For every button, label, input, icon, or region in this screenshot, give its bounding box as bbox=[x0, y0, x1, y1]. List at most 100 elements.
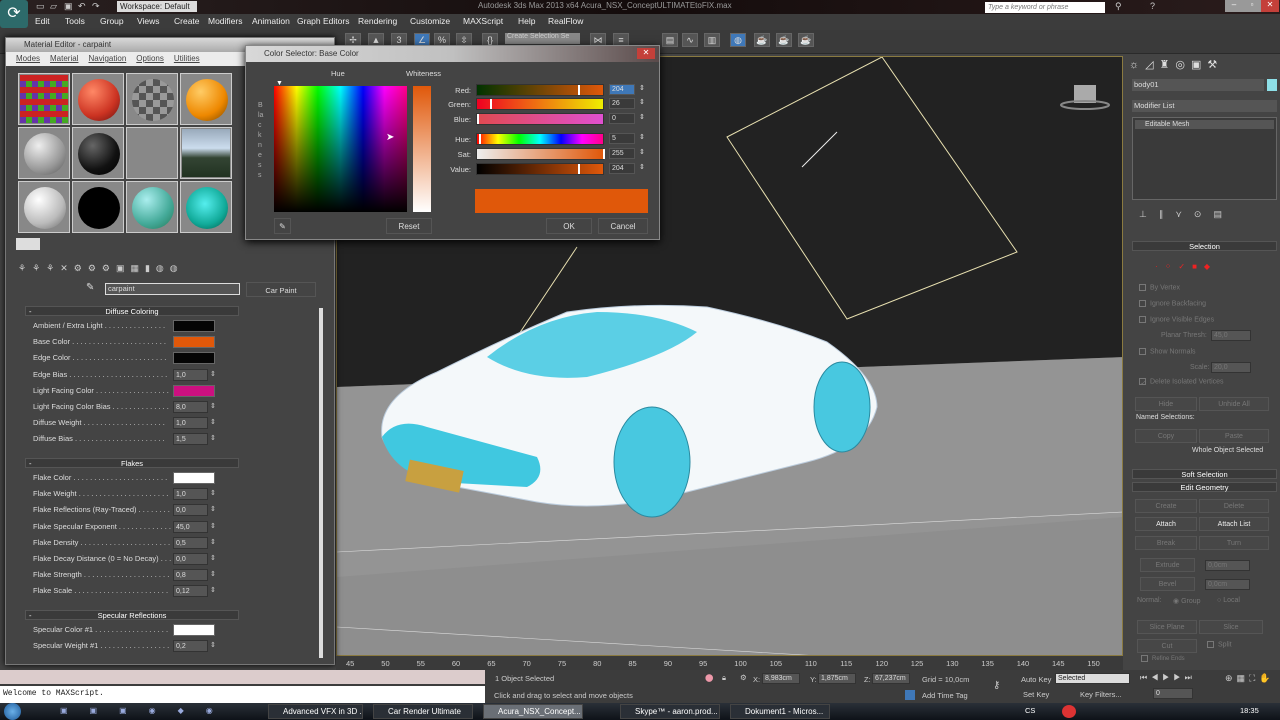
rollout-diffuse-coloring[interactable]: - Diffuse Coloring bbox=[25, 306, 239, 316]
viewport-nav-icons[interactable]: ⊕▦⛶✋ bbox=[1225, 673, 1275, 684]
param-spinner[interactable]: 0,8 bbox=[173, 569, 208, 582]
material-name-field[interactable]: carpaint bbox=[105, 283, 240, 295]
menu-graph-editors[interactable]: Graph Editors bbox=[297, 16, 349, 26]
menu-modifiers[interactable]: Modifiers bbox=[208, 16, 242, 26]
spinner-arrows-icon[interactable]: ⇕ bbox=[639, 133, 645, 141]
me-menu-utilities[interactable]: Utilities bbox=[174, 54, 200, 63]
object-name-field[interactable]: body01 bbox=[1132, 79, 1264, 91]
spinner-arrows-icon[interactable]: ⇕ bbox=[639, 113, 645, 121]
material-slot[interactable] bbox=[180, 127, 232, 179]
eyedropper-button[interactable]: ✎ bbox=[274, 218, 291, 234]
turn-button[interactable]: Turn bbox=[1199, 536, 1269, 550]
save-icon[interactable]: ▣ bbox=[64, 1, 73, 12]
new-icon[interactable]: ▭ bbox=[36, 1, 45, 12]
taskbar-item[interactable]: Dokument1 - Micros... bbox=[730, 704, 830, 719]
spinner-arrows-icon[interactable]: ⇕ bbox=[639, 98, 645, 106]
paste-button[interactable]: Paste bbox=[1199, 429, 1269, 443]
menu-animation[interactable]: Animation bbox=[252, 16, 290, 26]
slot-scrollbar[interactable] bbox=[16, 238, 40, 250]
material-slot[interactable] bbox=[72, 73, 124, 125]
subobject-icons[interactable]: ·⁘✓■◆ bbox=[1155, 262, 1217, 271]
material-editor-icon[interactable]: ◍ bbox=[730, 33, 746, 47]
set-key-button[interactable]: Set Key bbox=[1023, 690, 1049, 699]
channel-value[interactable]: 0 bbox=[609, 113, 635, 124]
hide-button[interactable]: Hide bbox=[1135, 397, 1197, 411]
param-spinner[interactable]: 1,0 bbox=[173, 368, 208, 381]
channel-slider[interactable] bbox=[476, 148, 605, 160]
material-slot[interactable] bbox=[72, 127, 124, 179]
binoculars-icon[interactable]: ⚲ bbox=[1115, 1, 1122, 12]
material-slot[interactable] bbox=[180, 73, 232, 125]
ignore-visible-edges-checkbox[interactable]: Ignore Visible Edges bbox=[1139, 316, 1214, 323]
y-coordinate[interactable]: 1,875cm bbox=[818, 673, 856, 684]
redo-icon[interactable]: ↷ bbox=[92, 1, 100, 12]
key-filters-button[interactable]: Key Filters... bbox=[1080, 690, 1122, 699]
key-icon[interactable]: ⚷ bbox=[993, 680, 1000, 691]
param-spinner[interactable]: 0,2 bbox=[173, 640, 208, 653]
break-button[interactable]: Break bbox=[1135, 536, 1197, 550]
color-swatch[interactable] bbox=[173, 624, 215, 636]
menu-views[interactable]: Views bbox=[137, 16, 160, 26]
menu-group[interactable]: Group bbox=[100, 16, 124, 26]
delete-isolated-checkbox[interactable]: ✓ Delete Isolated Vertices bbox=[1139, 378, 1224, 387]
hue-blackness-picker[interactable] bbox=[274, 86, 407, 212]
rollout-soft-selection[interactable]: Soft Selection bbox=[1132, 469, 1277, 479]
param-spinner[interactable]: 0,0 bbox=[173, 553, 208, 565]
spinner-arrows-icon[interactable]: ⇕ bbox=[639, 148, 645, 156]
maxscript-output[interactable]: Welcome to MAXScript. bbox=[0, 686, 485, 703]
open-icon[interactable]: ▱ bbox=[50, 1, 57, 12]
channel-slider[interactable] bbox=[476, 163, 604, 175]
pinned-apps[interactable]: ▣▣▣◉◆◉ bbox=[60, 706, 235, 715]
delete-button[interactable]: Delete bbox=[1199, 499, 1269, 513]
me-menu-navigation[interactable]: Navigation bbox=[88, 54, 126, 63]
menu-edit[interactable]: Edit bbox=[35, 16, 50, 26]
taskbar-item[interactable]: Skype™ - aaron.prod... bbox=[620, 704, 720, 719]
taskbar-item[interactable]: Car Render Ultimate bbox=[373, 704, 473, 719]
me-menu-material[interactable]: Material bbox=[50, 54, 78, 63]
undo-icon[interactable]: ↶ bbox=[78, 1, 86, 12]
maximize-button[interactable]: ▫ bbox=[1243, 0, 1261, 12]
ok-button[interactable]: OK bbox=[546, 218, 592, 234]
slider-thumb[interactable] bbox=[577, 85, 580, 95]
spinner-arrows-icon[interactable]: ⇕ bbox=[210, 432, 216, 446]
whiteness-bar[interactable] bbox=[413, 86, 431, 212]
param-spinner[interactable]: 1,0 bbox=[173, 488, 208, 501]
schematic-view-icon[interactable]: ▥ bbox=[704, 33, 720, 47]
show-normals-checkbox[interactable]: Show Normals bbox=[1139, 348, 1196, 355]
eyedropper-icon[interactable]: ✎ bbox=[86, 282, 94, 293]
extrude-button[interactable]: Extrude bbox=[1140, 558, 1195, 572]
key-mode-dropdown[interactable]: Selected bbox=[1055, 673, 1130, 684]
spinner-arrows-icon[interactable]: ⇕ bbox=[639, 84, 645, 92]
isolate-icon[interactable]: ⬤ bbox=[705, 673, 713, 682]
channel-slider[interactable] bbox=[476, 113, 604, 125]
param-spinner[interactable]: 45,0 bbox=[173, 520, 208, 533]
spinner-arrows-icon[interactable]: ⇕ bbox=[210, 584, 216, 598]
split-checkbox[interactable]: Split bbox=[1207, 641, 1232, 648]
curve-editor-icon[interactable]: ∿ bbox=[682, 33, 698, 47]
menu-rendering[interactable]: Rendering bbox=[358, 16, 397, 26]
planar-thresh-field[interactable]: 45,0 bbox=[1211, 330, 1251, 341]
menu-realflow[interactable]: RealFlow bbox=[548, 16, 583, 26]
channel-value[interactable]: 255 bbox=[609, 148, 635, 159]
reset-button[interactable]: Reset bbox=[386, 218, 432, 234]
slice-plane-button[interactable]: Slice Plane bbox=[1137, 620, 1197, 634]
params-scrollbar[interactable] bbox=[319, 308, 323, 658]
extrude-field[interactable]: 0,0cm bbox=[1205, 560, 1250, 571]
menu-maxscript[interactable]: MAXScript bbox=[463, 16, 503, 26]
attach-list-button[interactable]: Attach List bbox=[1199, 517, 1269, 531]
help-icon[interactable]: ? bbox=[1150, 1, 1155, 11]
material-type-button[interactable]: Car Paint bbox=[246, 282, 316, 297]
search-input[interactable]: Type a keyword or phrase bbox=[985, 2, 1105, 13]
start-button[interactable] bbox=[4, 703, 21, 720]
workspace-dropdown[interactable]: Workspace: Default bbox=[117, 1, 197, 12]
bevel-field[interactable]: 0,0cm bbox=[1205, 579, 1250, 590]
playback-controls[interactable]: ⏮◀▶▶⏭ bbox=[1140, 673, 1196, 683]
local-radio[interactable]: ○ Local bbox=[1217, 597, 1240, 604]
spinner-arrows-icon[interactable]: ⇕ bbox=[210, 487, 216, 501]
color-swatch[interactable] bbox=[173, 352, 215, 365]
channel-value[interactable]: 26 bbox=[609, 98, 635, 109]
auto-key-button[interactable]: Auto Key bbox=[1021, 675, 1051, 684]
spinner-arrows-icon[interactable]: ⇕ bbox=[210, 552, 216, 566]
rendered-frame-icon[interactable]: ☕ bbox=[776, 33, 792, 47]
channel-slider[interactable] bbox=[476, 84, 604, 96]
